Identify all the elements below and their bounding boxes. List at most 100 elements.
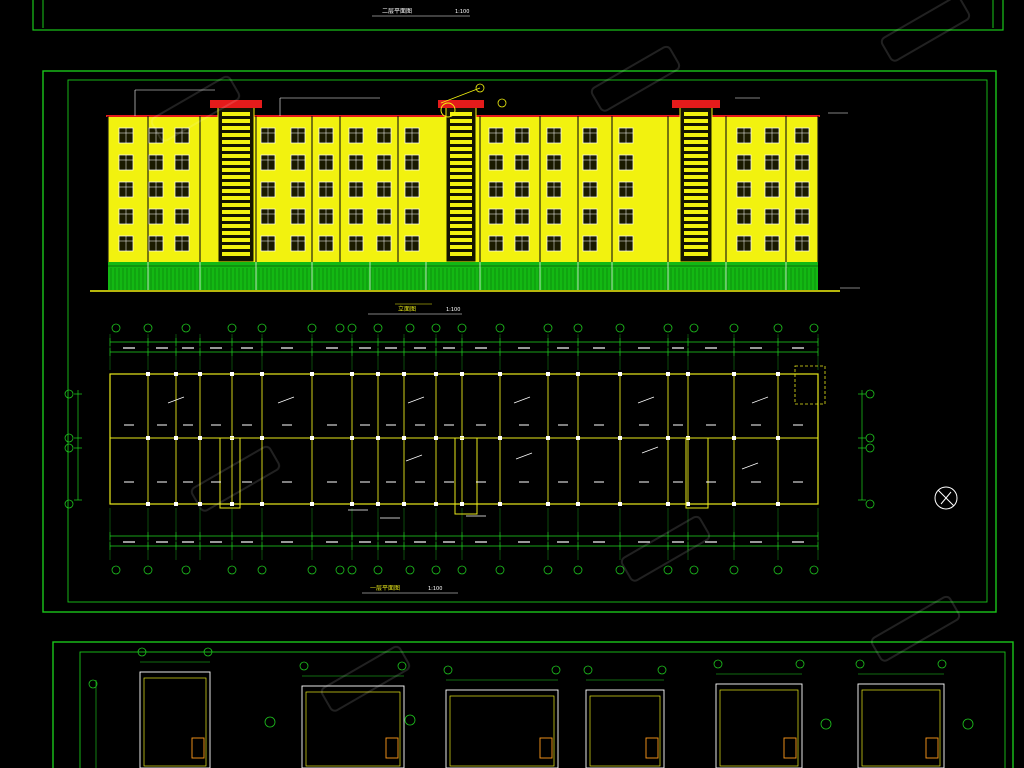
stair-window-band — [684, 245, 708, 249]
stair-window-band — [684, 119, 708, 123]
detail-room-outline — [445, 689, 559, 768]
slab-span-arrow — [741, 462, 759, 470]
axis-bubble-icon — [181, 323, 191, 333]
stair-window-band — [450, 196, 472, 200]
stair-window-band — [222, 161, 250, 165]
stair-window-band — [222, 189, 250, 193]
axis-bubble-icon — [397, 661, 407, 671]
stair-window-band — [222, 126, 250, 130]
stair-window-band — [450, 182, 472, 186]
detail-room-outline — [857, 683, 945, 768]
stair-window-band — [450, 147, 472, 151]
structural-column — [666, 372, 670, 376]
stair-window-band — [222, 217, 250, 221]
axis-bubble-icon — [809, 565, 819, 575]
stair-window-band — [450, 252, 472, 256]
plan-scale: 1:100 — [428, 586, 442, 592]
watermark-layer — [150, 0, 971, 712]
structural-column — [310, 436, 314, 440]
structural-column — [686, 372, 690, 376]
stair-window-band — [222, 203, 250, 207]
structural-column — [460, 502, 464, 506]
axis-bubble-icon — [457, 565, 467, 575]
structural-column — [146, 502, 150, 506]
axis-bubble-icon — [347, 323, 357, 333]
axis-bubble-icon — [713, 659, 723, 669]
structural-column — [350, 436, 354, 440]
slab-span-arrow — [277, 396, 295, 404]
detail-drawings — [88, 647, 974, 768]
axis-bubble-icon — [299, 661, 309, 671]
structural-column — [776, 436, 780, 440]
top-sheet-border — [32, 0, 1004, 31]
structural-column — [576, 502, 580, 506]
axis-bubble-icon — [335, 323, 345, 333]
stair-window-band — [222, 112, 250, 116]
plan-walls — [109, 365, 826, 515]
stair-window-band — [684, 217, 708, 221]
stair-window-band — [684, 224, 708, 228]
watermark-mark — [880, 0, 971, 62]
detail-inner-wall — [449, 695, 555, 767]
structural-column — [376, 502, 380, 506]
stair-window-band — [684, 203, 708, 207]
structural-column — [498, 502, 502, 506]
structural-column — [376, 372, 380, 376]
structural-column — [376, 436, 380, 440]
axis-bubble-icon — [335, 565, 345, 575]
structural-column — [174, 502, 178, 506]
plan-axis-bubbles — [64, 323, 875, 575]
structural-column — [732, 502, 736, 506]
structural-column — [546, 502, 550, 506]
slab-span-arrow — [515, 452, 533, 460]
stair-window-band — [684, 168, 708, 172]
stair-window-band — [684, 161, 708, 165]
axis-bubble-icon — [307, 323, 317, 333]
axis-bubble-icon — [495, 565, 505, 575]
axis-bubble-icon — [111, 323, 121, 333]
axis-bubble-icon — [865, 433, 875, 443]
axis-bubble-icon — [657, 665, 667, 675]
detail-sheet-inner-border — [79, 651, 1006, 768]
axis-bubble-icon — [865, 443, 875, 453]
structural-column — [402, 502, 406, 506]
axis-bubble-icon — [404, 714, 416, 726]
axis-bubble-icon — [264, 716, 276, 728]
fixture-outline — [783, 737, 797, 759]
axis-bubble-icon — [405, 565, 415, 575]
stair-window-band — [450, 189, 472, 193]
axis-bubble-icon — [615, 565, 625, 575]
axis-bubble-icon — [773, 323, 783, 333]
stair-window-band — [222, 210, 250, 214]
stair-window-band — [684, 210, 708, 214]
structural-column — [310, 502, 314, 506]
structural-column — [230, 372, 234, 376]
stair-window-band — [684, 140, 708, 144]
stair-window-band — [222, 252, 250, 256]
top-sheet-title: 二层平面图 — [382, 8, 412, 15]
axis-bubble-icon — [497, 98, 507, 108]
axis-bubble-icon — [543, 565, 553, 575]
slab-span-arrow — [751, 396, 769, 404]
axis-bubble-icon — [795, 659, 805, 669]
fixture-outline — [645, 737, 659, 759]
stair-window-band — [222, 182, 250, 186]
stair-window-band — [450, 231, 472, 235]
axis-bubble-icon — [689, 565, 699, 575]
stair-window-band — [222, 245, 250, 249]
watermark-frame — [190, 445, 281, 512]
stair-window-band — [684, 175, 708, 179]
structural-column — [146, 436, 150, 440]
structural-column — [350, 502, 354, 506]
stair-window-band — [222, 133, 250, 137]
axis-bubble-icon — [865, 499, 875, 509]
stair-window-band — [450, 133, 472, 137]
structural-column — [776, 502, 780, 506]
elevation-caption: 立面图 — [398, 305, 416, 313]
ground-floor-plan: 一层平面图 1:100 — [64, 323, 958, 594]
axis-bubble-icon — [431, 565, 441, 575]
stair-window-band — [450, 217, 472, 221]
slab-span-arrow — [641, 446, 659, 454]
stair-window-band — [222, 140, 250, 144]
axis-bubble-icon — [373, 323, 383, 333]
